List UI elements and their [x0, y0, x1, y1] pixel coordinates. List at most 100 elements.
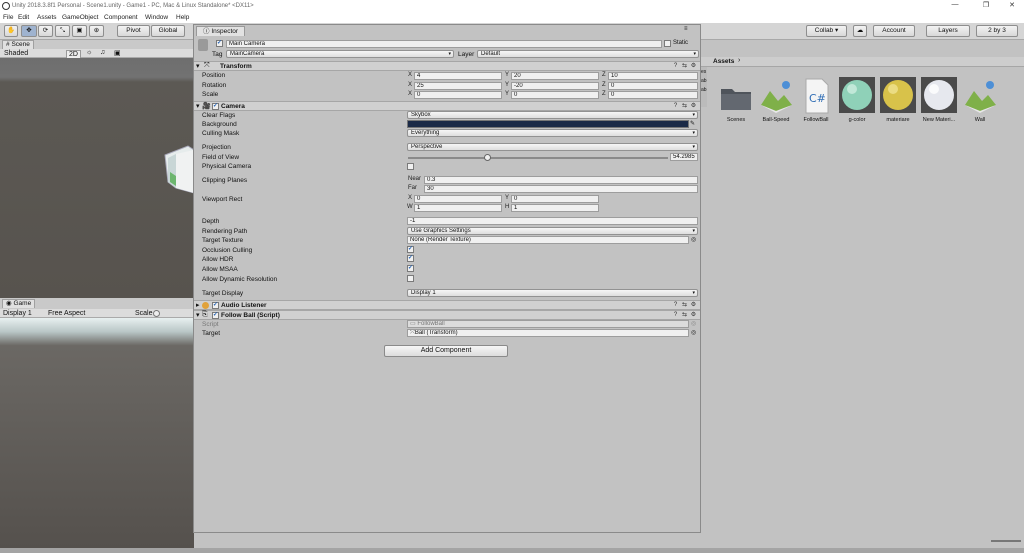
fov-field[interactable]: 54.2985: [670, 153, 698, 161]
preset-icon[interactable]: ⇆: [681, 302, 688, 309]
layout-dropdown[interactable]: 2 by 3: [976, 25, 1018, 37]
viewport-w-field[interactable]: 1: [414, 204, 502, 212]
asset-followball[interactable]: C# FollowBall: [796, 75, 836, 125]
target-display-dropdown[interactable]: Display 1 ▾: [407, 289, 698, 297]
rotation-z-field[interactable]: 0: [608, 82, 698, 90]
transform-tool-icon[interactable]: ⊕: [89, 25, 104, 37]
follow-ball-checkbox[interactable]: ✓: [212, 312, 219, 319]
allow-msaa-checkbox[interactable]: ✓: [407, 265, 414, 272]
asset-new-material[interactable]: New Materi...: [919, 75, 959, 125]
settings-gear-icon[interactable]: ⚙: [690, 312, 697, 319]
hand-tool-icon[interactable]: ✋: [4, 25, 18, 37]
help-icon[interactable]: ?: [672, 63, 679, 70]
close-button[interactable]: ✕: [1001, 1, 1023, 11]
tab-inspector[interactable]: ⓘ Inspector: [196, 26, 246, 36]
scale-tool-icon[interactable]: ⤡: [55, 25, 70, 37]
fov-slider-thumb[interactable]: [484, 154, 491, 161]
rotation-y-field[interactable]: -20: [511, 82, 599, 90]
position-x-field[interactable]: 4: [414, 72, 502, 80]
shading-dropdown[interactable]: Shaded: [4, 50, 28, 57]
scale-x-field[interactable]: 0: [414, 91, 502, 99]
menu-assets[interactable]: Assets: [37, 14, 57, 21]
rendering-path-dropdown[interactable]: Use Graphics Settings ▾: [407, 227, 698, 235]
physical-camera-checkbox[interactable]: [407, 163, 414, 170]
position-y-field[interactable]: 20: [511, 72, 599, 80]
active-checkbox[interactable]: ✓: [216, 40, 223, 47]
layers-dropdown[interactable]: Layers: [926, 25, 970, 37]
scale-slider-thumb[interactable]: [153, 310, 160, 317]
effects-dropdown-icon[interactable]: ▣: [114, 49, 121, 57]
viewport-h-field[interactable]: 1: [511, 204, 599, 212]
follow-ball-header[interactable]: ▾ ⎘ ✓ Follow Ball (Script) ? ⇆ ⚙: [194, 310, 700, 320]
collab-button[interactable]: Collab ▾: [806, 25, 847, 37]
rotate-tool-icon[interactable]: ⟳: [38, 25, 53, 37]
foldout-arrow-icon[interactable]: ▾: [196, 62, 200, 70]
scale-z-field[interactable]: 0: [608, 91, 698, 99]
layer-dropdown[interactable]: Default ▾: [477, 50, 699, 58]
menu-edit[interactable]: Edit: [18, 14, 29, 21]
account-dropdown[interactable]: Account: [873, 25, 915, 37]
culling-mask-dropdown[interactable]: Everything ▾: [407, 129, 698, 137]
rotation-x-field[interactable]: 25: [414, 82, 502, 90]
settings-gear-icon[interactable]: ⚙: [690, 302, 697, 309]
background-color-swatch[interactable]: [407, 120, 689, 128]
settings-gear-icon[interactable]: ⚙: [690, 63, 697, 70]
game-viewport[interactable]: [0, 318, 194, 548]
transform-header[interactable]: ▾ ⤧ Transform ? ⇆ ⚙: [194, 61, 700, 71]
pivot-toggle[interactable]: Pivot: [117, 25, 150, 37]
preset-icon[interactable]: ⇆: [681, 63, 688, 70]
settings-gear-icon[interactable]: ⚙: [690, 103, 697, 110]
rect-tool-icon[interactable]: ▣: [72, 25, 87, 37]
scene-viewport[interactable]: [0, 58, 194, 298]
position-z-field[interactable]: 10: [608, 72, 698, 80]
viewport-x-field[interactable]: 0: [414, 195, 502, 203]
foldout-arrow-icon[interactable]: ▾: [196, 102, 200, 110]
foldout-arrow-icon[interactable]: ▾: [196, 311, 200, 319]
far-field[interactable]: 30: [424, 185, 698, 193]
panel-menu-icon[interactable]: ≡: [684, 26, 688, 32]
menu-help[interactable]: Help: [176, 14, 189, 21]
asset-wall[interactable]: Wall: [960, 75, 1000, 125]
menu-component[interactable]: Component: [104, 14, 138, 21]
lighting-toggle-icon[interactable]: ☼: [86, 49, 92, 56]
audio-toggle-icon[interactable]: ♫: [100, 49, 105, 56]
asset-materiare[interactable]: materiare: [878, 75, 918, 125]
viewport-y-field[interactable]: 0: [511, 195, 599, 203]
move-tool-icon[interactable]: ✥: [21, 25, 37, 37]
depth-field[interactable]: -1: [407, 217, 698, 225]
foldout-arrow-icon[interactable]: ▸: [196, 301, 200, 309]
near-field[interactable]: 0.3: [424, 176, 698, 184]
preset-icon[interactable]: ⇆: [681, 312, 688, 319]
global-toggle[interactable]: Global: [151, 25, 185, 37]
object-picker-icon[interactable]: ◎: [691, 236, 696, 243]
assets-breadcrumb-label[interactable]: Assets: [713, 58, 734, 65]
menu-file[interactable]: File: [3, 14, 13, 21]
help-icon[interactable]: ?: [672, 312, 679, 319]
occlusion-culling-checkbox[interactable]: ✓: [407, 246, 414, 253]
fov-slider-track[interactable]: [408, 157, 668, 159]
static-checkbox[interactable]: [664, 40, 671, 47]
asset-ball-speed[interactable]: Ball-Speed: [756, 75, 796, 125]
display-dropdown[interactable]: Display 1: [3, 310, 32, 317]
target-texture-field[interactable]: None (Render Texture): [407, 236, 689, 244]
dynamic-resolution-checkbox[interactable]: [407, 275, 414, 282]
projection-dropdown[interactable]: Perspective ▾: [407, 143, 698, 151]
object-picker-icon[interactable]: ◎: [691, 329, 696, 336]
asset-g-color[interactable]: g-color: [837, 75, 877, 125]
tag-dropdown[interactable]: MainCamera ▾: [226, 50, 454, 58]
menu-gameobject[interactable]: GameObject: [62, 14, 99, 21]
allow-hdr-checkbox[interactable]: ✓: [407, 255, 414, 262]
cloud-icon[interactable]: ☁: [853, 25, 867, 37]
camera-enabled-checkbox[interactable]: ✓: [212, 103, 219, 110]
help-icon[interactable]: ?: [672, 302, 679, 309]
aspect-dropdown[interactable]: Free Aspect: [48, 310, 85, 317]
preset-icon[interactable]: ⇆: [681, 103, 688, 110]
clear-flags-dropdown[interactable]: Skybox ▾: [407, 111, 698, 119]
audio-listener-checkbox[interactable]: ✓: [212, 302, 219, 309]
asset-scenes[interactable]: Scenes: [716, 75, 756, 125]
eyedropper-icon[interactable]: ✎: [690, 120, 695, 127]
help-icon[interactable]: ?: [672, 103, 679, 110]
maximize-button[interactable]: ❐: [975, 1, 997, 11]
add-component-button[interactable]: Add Component: [384, 345, 508, 357]
minimize-button[interactable]: —: [944, 1, 966, 11]
